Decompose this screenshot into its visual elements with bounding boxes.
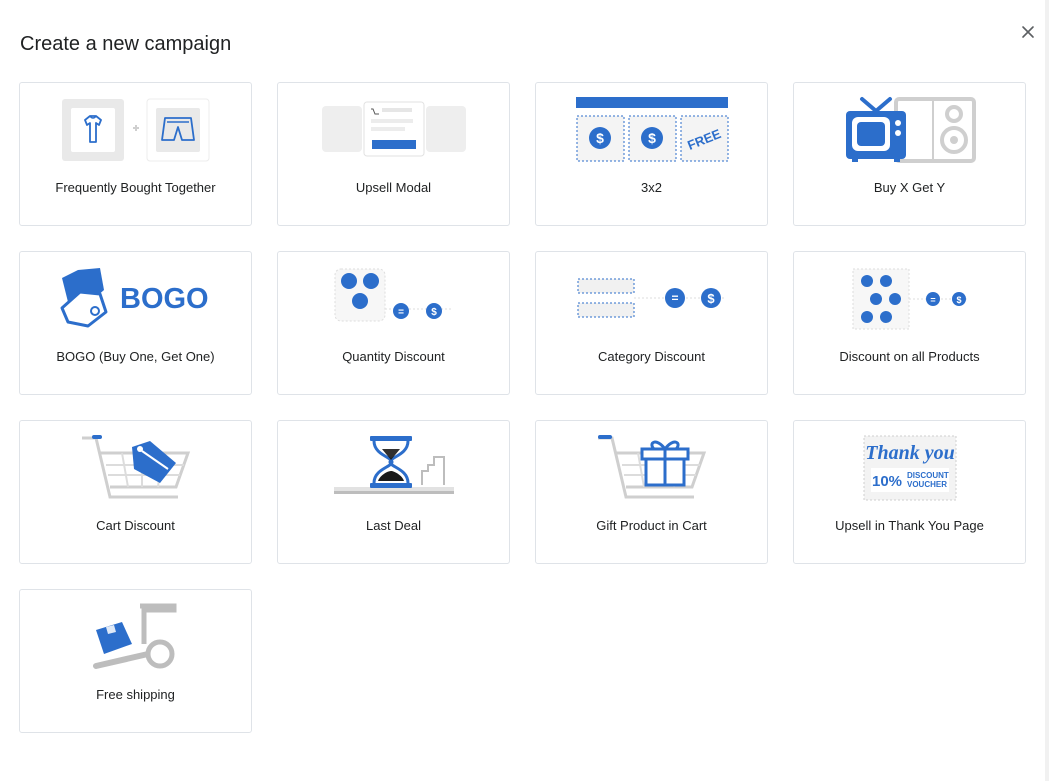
tv-and-speaker-icon (845, 97, 976, 163)
close-icon (1022, 26, 1034, 38)
campaign-card-last-deal[interactable]: Last Deal (277, 420, 510, 564)
campaign-card-quantity-discount[interactable]: = $ Quantity Discount (277, 251, 510, 395)
svg-text:$: $ (648, 130, 656, 146)
campaign-card-buy-x-get-y[interactable]: Buy X Get Y (793, 82, 1026, 226)
shirt-and-shorts-icon (61, 98, 209, 162)
close-button[interactable] (1018, 22, 1038, 42)
quantity-dots-icon: = $ (334, 268, 451, 322)
thank-you-voucher-icon: Thank you 10% DISCOUNT VOUCHER (863, 435, 956, 501)
campaign-card-gift-product-in-cart[interactable]: Gift Product in Cart (535, 420, 768, 564)
campaign-card-discount-all-products[interactable]: = $ Discount on all Products (793, 251, 1026, 395)
voucher-percent-text: 10% (871, 473, 901, 490)
campaign-card-upsell-modal[interactable]: Upsell Modal (277, 82, 510, 226)
campaign-card-free-shipping[interactable]: Free shipping (19, 589, 252, 733)
cart-with-gift-icon (597, 435, 706, 499)
all-products-dots-icon: = $ (852, 268, 967, 330)
campaign-card-bogo[interactable]: BOGO BOGO (Buy One, Get One) (19, 251, 252, 395)
cart-with-tag-icon (81, 435, 190, 499)
bogo-text: BOGO (120, 283, 209, 315)
campaign-label: Gift Product in Cart (596, 518, 707, 533)
campaign-label: Discount on all Products (839, 349, 980, 364)
campaign-grid: Frequently Bought Together Upsell Modal (19, 82, 1026, 733)
scrollbar[interactable] (1045, 0, 1049, 781)
category-bars-icon: = $ (577, 278, 725, 318)
hand-truck-box-icon (92, 603, 176, 669)
thank-you-text: Thank you (865, 442, 954, 464)
three-for-two-icon: $ $ FREE (575, 97, 728, 162)
campaign-card-cart-discount[interactable]: Cart Discount (19, 420, 252, 564)
campaign-card-frequently-bought-together[interactable]: Frequently Bought Together (19, 82, 252, 226)
campaign-label: Buy X Get Y (873, 180, 946, 195)
modal-window-icon (321, 101, 466, 157)
campaign-label: Frequently Bought Together (55, 180, 216, 195)
hourglass-icon (333, 436, 454, 494)
svg-text:=: = (930, 295, 935, 305)
svg-text:=: = (671, 291, 678, 305)
campaign-label: BOGO (Buy One, Get One) (56, 349, 215, 364)
campaign-label: Free shipping (96, 687, 175, 702)
campaign-card-3x2[interactable]: $ $ FREE 3x2 (535, 82, 768, 226)
svg-text:$: $ (596, 130, 604, 146)
campaign-label: Upsell Modal (355, 180, 432, 195)
campaign-label: Quantity Discount (342, 349, 445, 364)
voucher-voucher-text: VOUCHER (907, 480, 947, 489)
campaign-label: Cart Discount (96, 518, 175, 533)
voucher-discount-text: DISCOUNT (907, 471, 949, 480)
price-tags-icon: BOGO (60, 268, 209, 328)
svg-text:=: = (398, 307, 404, 318)
page-title: Create a new campaign (20, 33, 232, 55)
svg-text:$: $ (707, 291, 715, 306)
create-campaign-dialog: Create a new campaign Frequently Bought … (0, 0, 1045, 781)
campaign-label: Last Deal (366, 518, 421, 533)
campaign-card-category-discount[interactable]: = $ Category Discount (535, 251, 768, 395)
campaign-label: 3x2 (641, 180, 662, 195)
svg-text:$: $ (431, 307, 437, 318)
campaign-card-upsell-thank-you[interactable]: Thank you 10% DISCOUNT VOUCHER Upsell in… (793, 420, 1026, 564)
campaign-label: Upsell in Thank You Page (835, 518, 984, 533)
svg-text:$: $ (956, 295, 961, 305)
campaign-label: Category Discount (598, 349, 705, 364)
